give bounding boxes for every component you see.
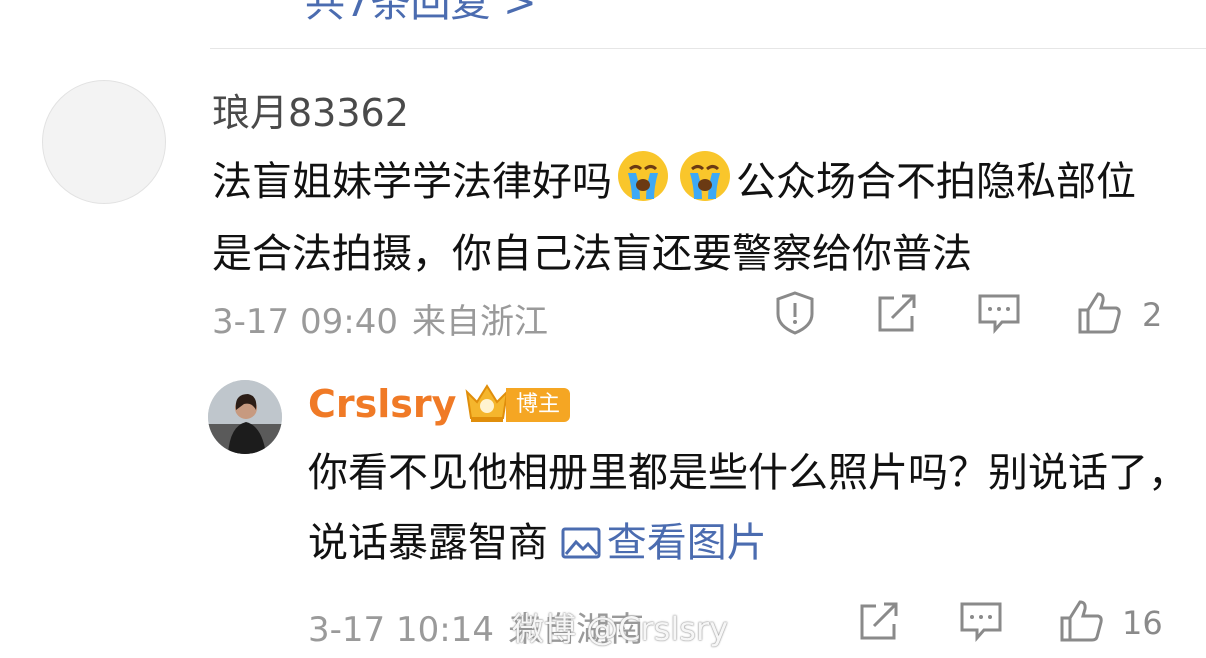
share-icon[interactable] [856, 598, 902, 644]
like-icon[interactable] [1058, 598, 1104, 644]
like-icon[interactable] [1076, 290, 1122, 336]
username[interactable]: Crslsry [308, 382, 456, 426]
avatar[interactable] [208, 380, 282, 454]
comment-icon[interactable] [958, 598, 1004, 644]
avatar[interactable] [42, 80, 166, 204]
view-image-label: 查看图片 [606, 520, 767, 566]
share-icon[interactable] [874, 290, 920, 336]
crying-face-icon [616, 149, 670, 203]
watermark: 微博 @Crslsry [512, 610, 729, 648]
reply-count-link[interactable]: 共7条回复 > [305, 0, 537, 28]
reply-text: 你看不见他相册里都是些什么照片吗？别说话了，说话暴露智商 查看图片 [308, 438, 1188, 578]
image-icon [561, 512, 601, 559]
crying-face-icon [678, 149, 732, 203]
username[interactable]: 琅月83362 [212, 82, 409, 137]
location: 来自浙江 [411, 302, 548, 342]
timestamp: 3-17 09:40 [212, 302, 398, 342]
view-image-link[interactable]: 查看图片 [561, 520, 767, 566]
comment-icon[interactable] [976, 290, 1022, 336]
comment-text-part1: 法盲姐妹学学法律好吗 [212, 159, 612, 205]
like-count: 16 [1122, 604, 1163, 642]
blogger-badge: 博主 [506, 388, 571, 422]
timestamp: 3-17 10:14 [308, 610, 494, 650]
comment-meta: 3-17 09:40 来自浙江 [212, 294, 548, 343]
like-count: 2 [1142, 296, 1163, 334]
divider [210, 48, 1206, 49]
comment-text: 法盲姐妹学学法律好吗 公众场合不拍隐私部位是合法拍摄，你自己法盲还要警察给你普法 [212, 146, 1172, 290]
crown-icon [462, 380, 512, 426]
report-icon[interactable] [772, 290, 818, 336]
